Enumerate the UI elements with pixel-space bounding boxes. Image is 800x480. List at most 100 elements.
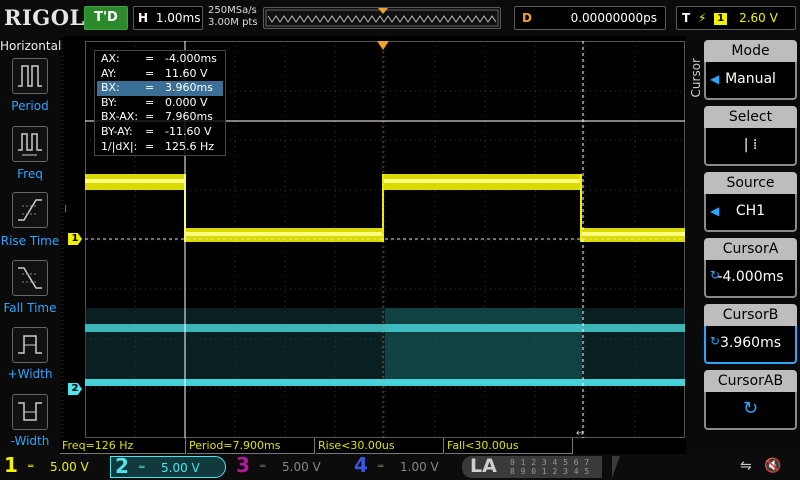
rise-time-button[interactable] xyxy=(12,192,48,228)
readout-value: 7.960ms xyxy=(165,110,213,124)
arrow-left-icon: ◀ xyxy=(710,72,720,86)
top-status-bar: RIGOL T'D H 1.00ms 250MSa/s 3.00M pts D … xyxy=(0,0,800,36)
menu-value: Manual xyxy=(725,71,776,87)
cursor-readout-row: BX-AX: = 7.960ms xyxy=(95,110,225,125)
memory-waveform-preview xyxy=(265,8,499,27)
menu-button-select[interactable]: | ⁞ xyxy=(704,128,797,166)
period-label: Period xyxy=(11,99,49,113)
neg-width-icon xyxy=(18,402,42,421)
ch2-scale: 5.00 V xyxy=(161,461,200,475)
memory-overview-bar[interactable] xyxy=(263,7,501,29)
measurement-fall[interactable]: Fall<30.00us xyxy=(445,438,573,454)
offset-label: D xyxy=(522,11,532,25)
panel-title: Horizontal xyxy=(0,39,62,53)
readout-key: BY-AY: xyxy=(101,124,133,138)
menu-value: -4.000ms xyxy=(717,269,784,285)
menu-button-source[interactable]: ◀ CH1 xyxy=(704,194,797,232)
readout-key: 1/|dX|: xyxy=(101,139,138,153)
la-label: LA xyxy=(470,455,497,477)
menu-title-cursora: CursorA xyxy=(704,238,797,260)
ch1-coupling-icon: ═ xyxy=(28,462,34,472)
ch4-coupling-icon: ═ xyxy=(378,462,384,472)
measurement-freq[interactable]: Freq=126 Hz xyxy=(60,438,186,454)
menu-value: 3.960ms xyxy=(719,335,781,351)
sample-info: 250MSa/s 3.00M pts xyxy=(208,5,258,29)
horizontal-offset-box[interactable]: D 0.00000000ps xyxy=(514,6,666,30)
freq-button[interactable] xyxy=(12,126,48,162)
ch4-scale: 1.00 V xyxy=(400,460,439,474)
knob-icon: ↻ xyxy=(710,268,721,282)
readout-equals: = xyxy=(145,81,155,95)
cursor-readout-row: BX: = 3.960ms xyxy=(97,81,223,96)
offset-value: 0.00000000ps xyxy=(570,11,657,25)
ch4-status[interactable]: 4 ═ 1.00 V xyxy=(350,454,458,478)
ch2-status[interactable]: 2 ═ 5.00 V xyxy=(110,454,226,478)
pos-width-button[interactable] xyxy=(12,327,48,363)
menu-button-mode[interactable]: ◀ Manual xyxy=(704,62,797,100)
menu-title-cursorab: CursorAB xyxy=(704,370,797,392)
menu-value: | ⁞ xyxy=(743,137,758,153)
timebase-box[interactable]: H 1.00ms xyxy=(133,6,203,30)
rise-time-label: Rise Time xyxy=(0,234,60,248)
pos-width-icon xyxy=(18,335,42,354)
sample-rate: 250MSa/s xyxy=(208,5,257,16)
status-bar-decoration xyxy=(612,456,620,478)
readout-equals: = xyxy=(145,110,155,124)
knob-icon: ↻ xyxy=(710,334,721,348)
readout-equals: = xyxy=(145,52,155,65)
speaker-muted-icon[interactable]: 🔇 xyxy=(764,458,781,474)
ch3-coupling-icon: ═ xyxy=(260,462,266,472)
ch1-number: 1 xyxy=(4,453,18,477)
readout-equals: = xyxy=(145,95,155,109)
readout-value: 125.6 Hz xyxy=(165,139,215,153)
measurement-period[interactable]: Period=7.900ms xyxy=(187,438,315,454)
readout-equals: = xyxy=(145,124,155,138)
ch2-trace-lower xyxy=(85,379,685,386)
readout-value: -4.000ms xyxy=(165,52,217,65)
period-button[interactable] xyxy=(12,58,48,94)
fall-time-button[interactable] xyxy=(12,260,48,296)
ch1-scale: 5.00 V xyxy=(50,460,89,474)
fall-time-label: Fall Time xyxy=(3,301,57,315)
svg-text:⁞: ⁞ xyxy=(64,204,67,215)
menu-title-mode: Mode xyxy=(704,40,797,62)
horizontal-measure-panel: Horizontal Period Freq Rise Time Fall Ti… xyxy=(0,36,62,454)
freq-icon xyxy=(18,133,42,156)
neg-width-button[interactable] xyxy=(12,394,48,430)
readout-value: -11.60 V xyxy=(165,124,212,138)
memory-depth: 3.00M pts xyxy=(208,17,258,28)
run-state-indicator[interactable]: T'D xyxy=(84,6,128,30)
menu-button-cursorab[interactable]: ↻ xyxy=(704,392,797,430)
timebase-label: H xyxy=(138,11,149,25)
menu-button-cursorb[interactable]: ↻ 3.960ms xyxy=(704,326,797,364)
cursor-readout-row: BY-AY: = -11.60 V xyxy=(95,125,225,140)
menu-value: CH1 xyxy=(735,203,766,219)
readout-equals: = xyxy=(145,66,155,80)
menu-title-source: Source xyxy=(704,172,797,194)
trigger-label: T xyxy=(682,11,691,25)
trigger-edge-icon: ⚡ xyxy=(698,11,707,25)
ch1-status[interactable]: 1 ═ 5.00 V xyxy=(0,453,108,478)
brand-logo: RIGOL xyxy=(4,5,85,30)
menu-title-cursorb: CursorB xyxy=(704,304,797,326)
pos-width-label: +Width xyxy=(7,367,53,381)
readout-equals: = xyxy=(145,139,155,153)
readout-value: 3.960ms xyxy=(165,81,213,95)
period-icon xyxy=(18,65,42,87)
menu-button-cursora[interactable]: ↻ -4.000ms xyxy=(704,260,797,298)
cursor-readout-row: AX: = -4.000ms xyxy=(95,52,225,67)
la-bits-row1: 0 1 2 3 4 5 6 7 xyxy=(510,458,590,467)
logic-analyzer-status[interactable]: LA 0 1 2 3 4 5 6 7 8 9 0 1 2 3 4 5 xyxy=(462,455,602,478)
ch3-status[interactable]: 3 ═ 5.00 V xyxy=(232,454,340,478)
trigger-box[interactable]: T ⚡ 1 2.60 V xyxy=(676,6,796,30)
channel-status-bar: 1 ═ 5.00 V 2 ═ 5.00 V 3 ═ 5.00 V 4 ═ 1.0… xyxy=(0,454,800,480)
readout-key: BX-AX: xyxy=(101,110,139,124)
trigger-source-badge: 1 xyxy=(714,13,728,25)
la-bits-row2: 8 9 0 1 2 3 4 5 xyxy=(510,467,590,476)
freq-label: Freq xyxy=(17,167,43,181)
cursor-readout-row: 1/|dX|: = 125.6 Hz xyxy=(95,140,225,155)
fall-time-icon xyxy=(18,267,42,289)
ch2-number: 2 xyxy=(115,454,129,478)
ch2-coupling-icon: ═ xyxy=(139,463,145,473)
measurement-rise[interactable]: Rise<30.00us xyxy=(316,438,444,454)
